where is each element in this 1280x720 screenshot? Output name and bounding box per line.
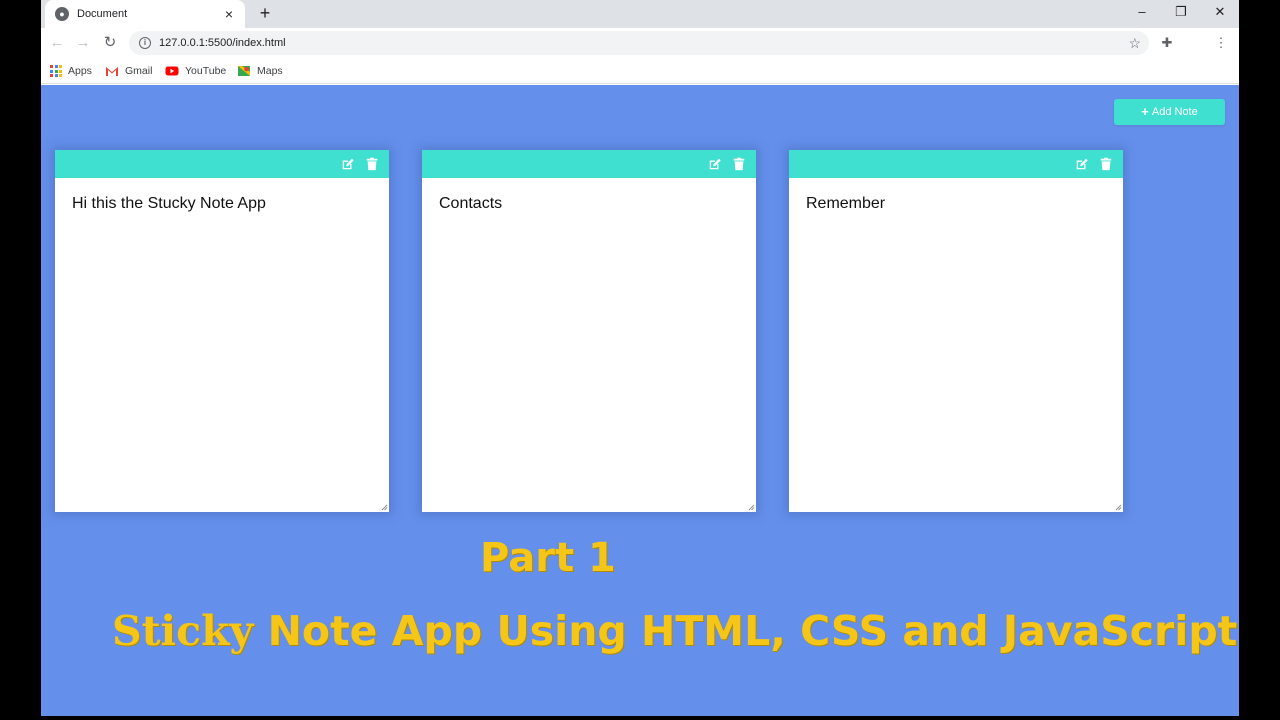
bookmark-youtube[interactable]: YouTube [165,63,226,79]
resize-grip-icon[interactable] [381,504,388,511]
forward-button[interactable]: → [72,32,94,54]
close-window-button[interactable]: ✕ [1201,0,1239,26]
note-card: Hi this the Stucky Note App [55,150,389,512]
site-info-icon[interactable]: i [139,37,151,49]
trash-icon[interactable] [365,157,379,171]
restore-button[interactable]: ❐ [1162,0,1200,26]
trash-icon[interactable] [732,157,746,171]
resize-grip-icon[interactable] [1115,504,1122,511]
video-title-rest: Note App Using HTML, CSS and JavaScript [253,607,1238,655]
video-title-first-word: Sticky [112,607,254,655]
page-content: + Add Note Hi this the Stucky Note App C… [41,85,1239,716]
apps-grid-icon [50,65,62,77]
edit-icon[interactable] [708,157,722,171]
gmail-icon [106,67,118,76]
tab-strip: ● Document × + – ❐ ✕ [41,0,1239,28]
browser-window: ● Document × + – ❐ ✕ ← → ↻ i 127.0.0.1:5… [41,0,1239,716]
note-toolbar [789,150,1123,178]
youtube-icon [165,66,179,76]
maps-icon [238,66,250,76]
globe-icon: ● [55,7,69,21]
browser-toolbar: ← → ↻ i 127.0.0.1:5500/index.html ☆ ✚ ⋮ [41,28,1239,58]
reload-button[interactable]: ↻ [99,32,121,54]
plus-icon: + [1141,104,1149,119]
part-caption: Part 1 [480,535,616,581]
back-button[interactable]: ← [46,32,68,54]
bookmark-label: Maps [257,65,283,77]
note-text[interactable]: Remember [789,178,1123,230]
bookmark-maps[interactable]: Maps [237,63,283,79]
trash-icon[interactable] [1099,157,1113,171]
add-note-label: Add Note [1151,106,1198,118]
note-toolbar [55,150,389,178]
edit-icon[interactable] [341,157,355,171]
note-text[interactable]: Contacts [422,178,756,230]
minimize-button[interactable]: – [1123,0,1161,26]
tab-title: Document [77,8,128,20]
bookmark-label: YouTube [185,65,227,77]
resize-grip-icon[interactable] [748,504,755,511]
bookmark-gmail[interactable]: Gmail [105,63,152,79]
edit-icon[interactable] [1075,157,1089,171]
bookmark-label: Apps [68,65,92,77]
menu-icon[interactable]: ⋮ [1211,33,1231,53]
address-bar[interactable]: i 127.0.0.1:5500/index.html ☆ [129,31,1149,55]
note-card: Contacts [422,150,756,512]
tab-close-icon[interactable]: × [221,6,237,22]
bookmarks-bar: Apps Gmail YouTube Maps [41,58,1239,84]
url-text[interactable]: 127.0.0.1:5500/index.html [159,37,1128,49]
video-title-caption: Sticky Note App Using HTML, CSS and Java… [112,607,1237,655]
note-toolbar [422,150,756,178]
extensions-icon[interactable]: ✚ [1157,33,1177,53]
note-text[interactable]: Hi this the Stucky Note App [55,178,389,230]
bookmark-label: Gmail [125,65,153,77]
add-note-button[interactable]: + Add Note [1114,99,1225,125]
bookmark-star-icon[interactable]: ☆ [1128,35,1141,52]
bookmark-apps[interactable]: Apps [50,63,92,79]
new-tab-button[interactable]: + [255,4,275,24]
tab-document[interactable]: ● Document × [45,0,245,28]
note-card: Remember [789,150,1123,512]
